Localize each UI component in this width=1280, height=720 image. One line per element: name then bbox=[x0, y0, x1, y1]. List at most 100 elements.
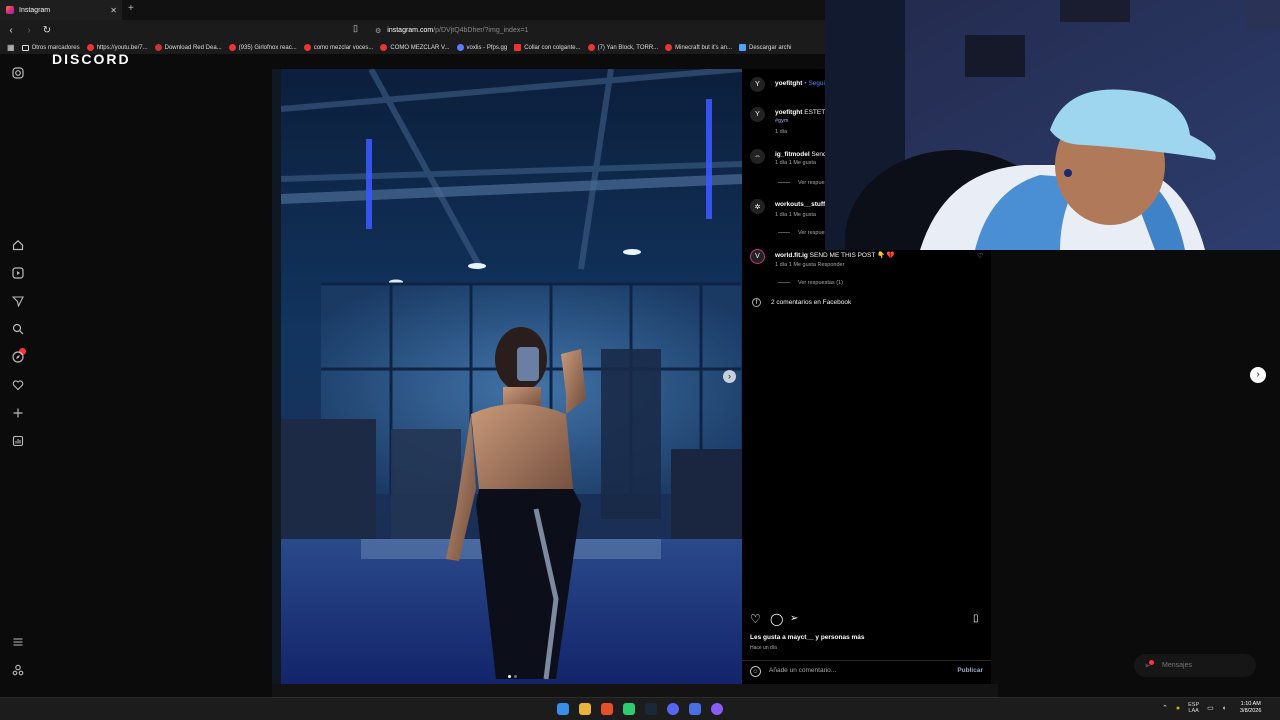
comment-input[interactable] bbox=[769, 667, 919, 674]
discord-logo: DISCORD bbox=[52, 54, 131, 64]
follow-link[interactable]: • Seguir bbox=[804, 80, 827, 87]
comment-username[interactable]: yoefitght bbox=[775, 80, 802, 87]
back-icon[interactable]: ‹ bbox=[4, 25, 18, 36]
hashtag-link[interactable]: #gym bbox=[775, 118, 788, 124]
next-post-button[interactable]: › bbox=[1250, 367, 1266, 383]
site-icon bbox=[154, 44, 162, 51]
url-field[interactable]: ⚙ instagram.com/p/DVjtQ4bDher/?img_index… bbox=[375, 23, 825, 38]
tab-instagram[interactable]: Instagram ✕ bbox=[0, 0, 122, 20]
bookmark-item[interactable]: Minecraft but it's an... bbox=[665, 44, 732, 51]
likes-summary[interactable]: Les gusta a mayct__ y personas más bbox=[750, 634, 865, 641]
file-explorer-icon[interactable] bbox=[579, 703, 591, 715]
comment-username[interactable]: world.fit.ig bbox=[775, 252, 808, 259]
dashboard-icon[interactable] bbox=[11, 435, 25, 449]
like-heart-icon[interactable]: ♡ bbox=[750, 612, 761, 626]
comment-meta: 1 día 1 Me gusta bbox=[775, 160, 816, 166]
avatar[interactable]: V bbox=[750, 249, 765, 264]
volume-icon[interactable]: ◖ bbox=[1222, 705, 1226, 712]
post-image[interactable] bbox=[281, 69, 742, 684]
taskbar-clock[interactable]: 1:10 AM 3/8/2026 bbox=[1240, 701, 1261, 715]
messages-label: Mensajes bbox=[1162, 662, 1192, 669]
share-icon[interactable]: ➢ bbox=[790, 613, 798, 624]
messages-button[interactable]: ➢ Mensajes bbox=[1134, 654, 1256, 677]
bookmark-item[interactable]: (935) Girlofnox reac... bbox=[228, 44, 297, 51]
app-icon[interactable] bbox=[689, 703, 701, 715]
windows-taskbar: ⌃ ● ESP LAA ▭ ◖ 1:10 AM 3/8/2026 bbox=[0, 697, 1280, 720]
bookmark-label: https://youtu.be/7... bbox=[96, 44, 148, 51]
home-icon[interactable] bbox=[11, 239, 25, 253]
carousel-dot bbox=[514, 675, 517, 678]
facebook-comments-link[interactable]: f 2 comentarios en Facebook bbox=[752, 298, 851, 307]
start-icon[interactable] bbox=[557, 703, 569, 715]
comment-meta: 1 día 1 Me gusta bbox=[775, 212, 816, 218]
avatar[interactable]: Y bbox=[750, 77, 765, 92]
brave-browser-icon[interactable] bbox=[601, 703, 613, 715]
comment-like-heart-icon[interactable]: ♡ bbox=[977, 252, 983, 260]
youtube-icon bbox=[665, 44, 673, 51]
instagram-logo-icon[interactable] bbox=[11, 67, 25, 81]
tab-close-icon[interactable]: ✕ bbox=[110, 6, 117, 15]
comment-username[interactable]: yoefitght bbox=[775, 109, 802, 116]
bookmark-label: COMO MEZCLAR V... bbox=[390, 44, 450, 51]
site-settings-icon[interactable]: ⚙ bbox=[375, 27, 381, 35]
bookmark-item[interactable]: Download Red Dea... bbox=[154, 44, 222, 51]
heart-icon[interactable] bbox=[11, 379, 25, 393]
tray-chevron-icon[interactable]: ⌃ bbox=[1162, 704, 1168, 712]
bookmark-item[interactable]: Descargar archi bbox=[739, 44, 791, 51]
bookmark-item[interactable]: (7) Yan Block, TORR... bbox=[587, 44, 659, 51]
carousel-dots bbox=[508, 675, 517, 678]
bookmark-label: Collar con colgante... bbox=[524, 44, 581, 51]
apps-grid-icon[interactable]: ▦ bbox=[7, 43, 15, 52]
bookmark-item[interactable]: COMO MEZCLAR V... bbox=[380, 44, 450, 51]
lang-layout: LAA bbox=[1188, 708, 1199, 714]
comment-meta: 1 día 1 Me gusta Responder bbox=[775, 262, 845, 268]
bookmark-item[interactable]: voxlis - Pfps.gg bbox=[456, 44, 508, 51]
emoji-icon[interactable]: ☺ bbox=[750, 666, 761, 677]
tray-app-icon[interactable]: ● bbox=[1176, 705, 1180, 712]
app-icon[interactable] bbox=[711, 703, 723, 715]
save-bookmark-icon[interactable]: ▯ bbox=[973, 613, 979, 624]
direct-messages-icon[interactable] bbox=[11, 295, 25, 309]
steam-icon[interactable] bbox=[645, 703, 657, 715]
app-icon[interactable] bbox=[623, 703, 635, 715]
comment-icon[interactable]: ◯ bbox=[770, 612, 783, 626]
bookmark-label: como mezclar voces... bbox=[313, 44, 374, 51]
network-icon[interactable]: ▭ bbox=[1207, 704, 1214, 712]
explore-icon[interactable] bbox=[11, 351, 25, 365]
bookmark-label: Minecraft but it's an... bbox=[675, 44, 732, 51]
reload-icon[interactable]: ↻ bbox=[40, 25, 54, 36]
site-icon bbox=[456, 44, 464, 51]
url-host: instagram.com bbox=[387, 27, 434, 34]
comment-text: SEND ME THIS POST 👇 💔 bbox=[809, 252, 895, 259]
comment-username[interactable]: workouts__stuff bbox=[775, 201, 825, 208]
bookmark-item[interactable]: como mezclar voces... bbox=[303, 44, 374, 51]
search-icon[interactable] bbox=[11, 323, 25, 337]
bookmark-label: (7) Yan Block, TORR... bbox=[597, 44, 659, 51]
bookmark-icon[interactable]: ▯ bbox=[353, 23, 358, 34]
avatar[interactable]: ⇔ bbox=[750, 149, 765, 164]
avatar[interactable]: Y bbox=[750, 107, 765, 122]
avatar[interactable]: ✲ bbox=[750, 199, 765, 214]
language-indicator[interactable]: ESP LAA bbox=[1188, 702, 1199, 714]
menu-icon[interactable] bbox=[11, 636, 25, 650]
youtube-icon bbox=[587, 44, 595, 51]
image-carousel-edge bbox=[272, 69, 281, 684]
next-image-button[interactable]: › bbox=[723, 370, 736, 383]
comment-username[interactable]: ig_fitmodel bbox=[775, 151, 810, 158]
reels-icon[interactable] bbox=[11, 267, 25, 281]
publish-button[interactable]: Publicar bbox=[957, 667, 983, 674]
bookmark-label: voxlis - Pfps.gg bbox=[466, 44, 508, 51]
bookmark-item[interactable]: Collar con colgante... bbox=[514, 44, 581, 51]
discord-icon[interactable] bbox=[667, 703, 679, 715]
bookmark-item[interactable]: Otros marcadores bbox=[21, 44, 80, 51]
view-replies-link[interactable]: Ver respuestas (1) bbox=[778, 280, 843, 286]
folder-icon bbox=[21, 44, 29, 51]
bookmark-label: Otros marcadores bbox=[31, 44, 80, 51]
forward-icon[interactable]: › bbox=[22, 25, 36, 36]
create-plus-icon[interactable] bbox=[11, 407, 25, 421]
system-tray: ⌃ ● ESP LAA ▭ ◖ bbox=[1162, 702, 1226, 714]
new-tab-button[interactable]: + bbox=[128, 3, 134, 14]
post-timestamp: Hace un día bbox=[750, 645, 777, 651]
bookmark-item[interactable]: https://youtu.be/7... bbox=[86, 44, 148, 51]
also-from-meta-icon[interactable] bbox=[11, 664, 25, 678]
